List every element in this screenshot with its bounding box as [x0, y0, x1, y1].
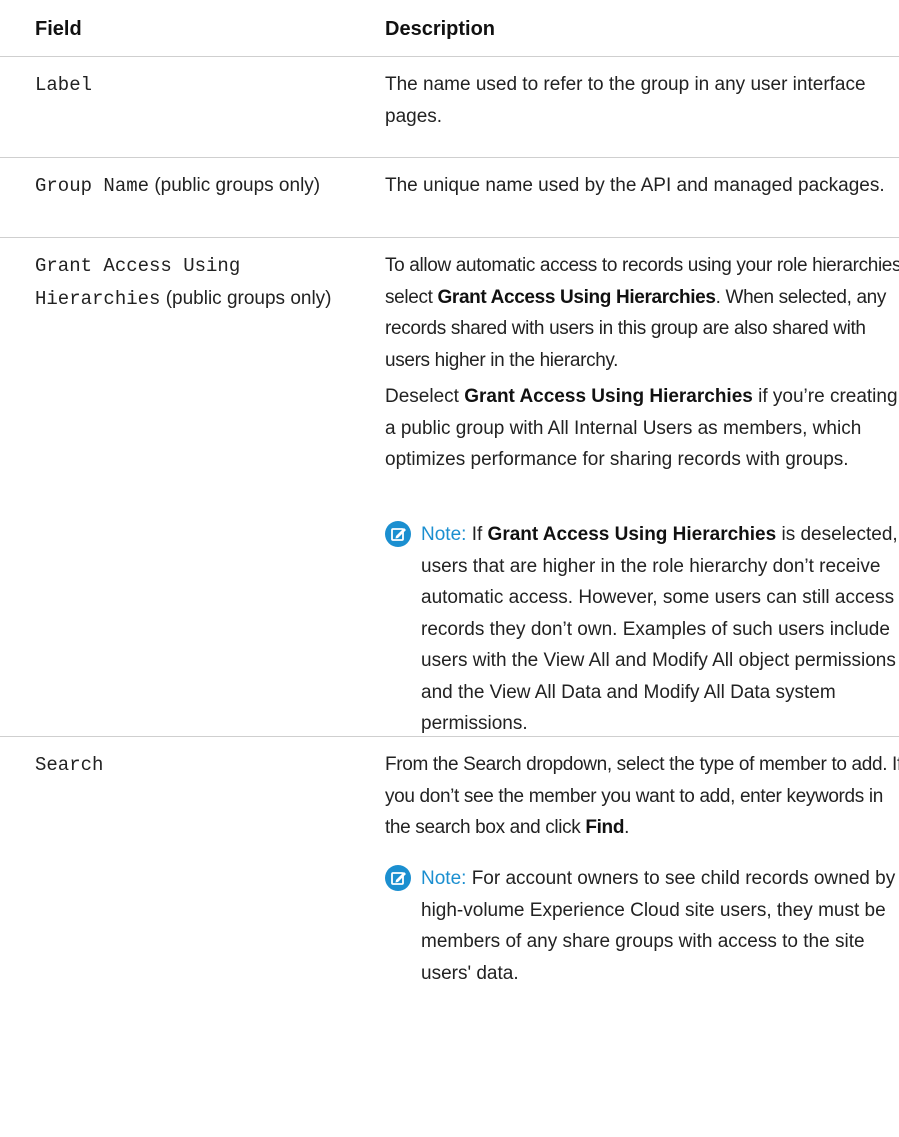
table-row: Label The name used to refer to the grou…: [0, 57, 899, 158]
field-cell: Label: [35, 69, 380, 102]
text: is deselected, users that are higher in …: [421, 524, 898, 734]
note-text: Note: If Grant Access Using Hierarchies …: [421, 519, 899, 740]
description-paragraph-2: Deselect Grant Access Using Hierarchies …: [385, 381, 899, 476]
note-text: Note: For account owners to see child re…: [421, 863, 899, 989]
table-row: Search From the Search dropdown, select …: [0, 737, 899, 1137]
text: Deselect: [385, 386, 465, 407]
text: From the Search dropdown, select the typ…: [385, 754, 899, 838]
description-paragraph: From the Search dropdown, select the typ…: [385, 749, 899, 844]
description-cell: The unique name used by the API and mana…: [385, 175, 885, 196]
field-code: Search: [35, 754, 104, 776]
field-cell: Grant Access Using Hierarchies (public g…: [35, 250, 375, 315]
note-edit-icon: [385, 865, 411, 891]
header-description: Description: [385, 18, 496, 40]
field-suffix: (public groups only): [165, 287, 332, 309]
note-label: Note:: [421, 868, 467, 889]
field-code: Grant Access Using: [35, 255, 241, 277]
field-code: Hierarchies: [35, 287, 161, 310]
description-paragraph-1: To allow automatic access to records usi…: [385, 250, 899, 376]
bold-text: Grant Access Using Hierarchies: [437, 286, 716, 308]
note-edit-icon: [385, 521, 411, 547]
field-cell: Search: [35, 749, 380, 782]
table-row: Grant Access Using Hierarchies (public g…: [0, 238, 899, 737]
text: .: [624, 817, 630, 838]
bold-text: Grant Access Using Hierarchies: [487, 524, 777, 545]
field-suffix: (public groups only): [154, 175, 321, 196]
note-label: Note:: [421, 524, 467, 545]
bold-text: Find: [585, 817, 625, 838]
field-description-table: Field Description Label The name used to…: [0, 0, 899, 1137]
bold-text: Grant Access Using Hierarchies: [464, 386, 753, 407]
table-row: Group Name (public groups only) The uniq…: [0, 158, 899, 238]
text: For account owners to see child records …: [421, 868, 896, 984]
field-code: Group Name: [35, 175, 150, 197]
text: If: [466, 524, 488, 545]
header-field: Field: [35, 18, 82, 40]
field-cell: Group Name (public groups only): [35, 170, 380, 203]
field-code: Label: [35, 74, 93, 96]
table-header-row: Field Description: [0, 0, 899, 57]
description-cell: The name used to refer to the group in a…: [385, 74, 866, 127]
